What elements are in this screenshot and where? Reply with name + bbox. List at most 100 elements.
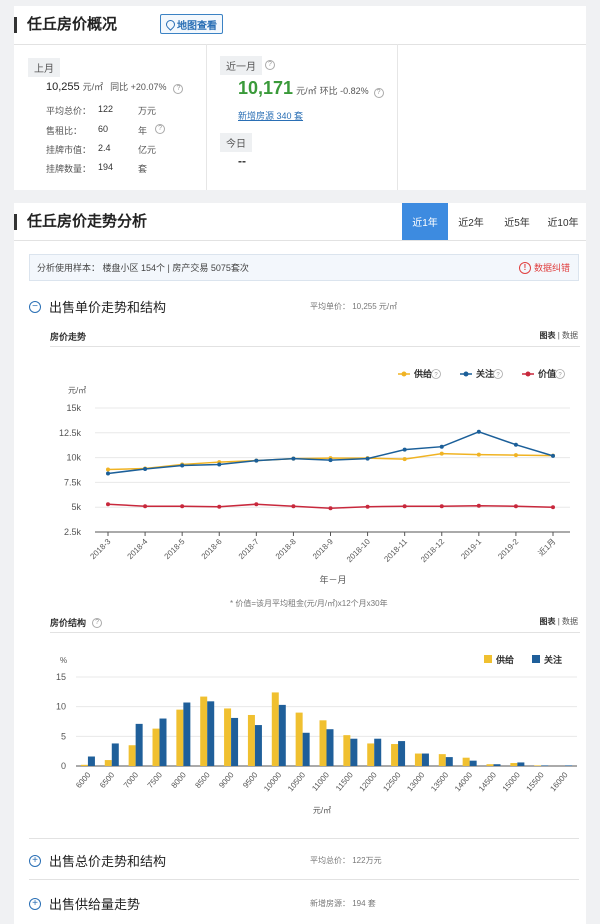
- x-tick-label: 15500: [525, 770, 547, 793]
- help-icon[interactable]: ?: [155, 124, 166, 134]
- subheader-divider: [50, 632, 580, 633]
- map-view-button[interactable]: 地图查看: [160, 14, 223, 34]
- data-point: [143, 467, 148, 472]
- chart-view-link[interactable]: 图表: [539, 617, 555, 626]
- x-tick-label: 近1月: [536, 536, 558, 558]
- bar-关注: [87, 756, 95, 766]
- x-tick-label: 10500: [286, 770, 308, 793]
- bar-供给: [343, 735, 351, 766]
- legend-label: 供给: [413, 368, 432, 379]
- bar-关注: [541, 765, 549, 766]
- tab-2-years[interactable]: 近2年: [448, 203, 494, 240]
- tab-10-years[interactable]: 近10年: [540, 203, 586, 240]
- recent-month-mom: 环比 -0.82%: [319, 86, 369, 96]
- data-point: [513, 442, 518, 447]
- y-axis-label: %: [60, 656, 67, 665]
- data-view-link[interactable]: 数据: [562, 617, 578, 626]
- supply-heading: 出售供给量走势: [49, 897, 141, 912]
- stat-row: 挂牌数量： 194 套: [46, 162, 148, 174]
- chart-view-link[interactable]: 图表: [539, 331, 555, 340]
- bar-供给: [176, 709, 184, 766]
- data-correction-label: 数据纠错: [533, 263, 570, 273]
- data-point: [513, 504, 518, 509]
- y-tick-label: 12.5k: [59, 428, 82, 438]
- x-tick-label: 2018-12: [419, 537, 447, 565]
- data-point: [551, 505, 555, 510]
- legend-label: 关注: [476, 368, 494, 379]
- x-tick-label: 13000: [405, 770, 427, 793]
- view-toggle: 图表 | 数据: [539, 331, 578, 340]
- tab-1-year[interactable]: 近1年: [402, 203, 448, 240]
- last-month-tag: 上月: [28, 58, 60, 77]
- today-tag: 今日: [220, 133, 252, 152]
- bar-供给: [486, 764, 494, 766]
- y-tick-label: 10: [56, 702, 66, 712]
- expand-icon: +: [29, 897, 41, 910]
- x-tick-label: 11500: [334, 770, 355, 793]
- legend-swatch: [484, 655, 492, 663]
- x-tick-label: 10000: [262, 770, 284, 793]
- data-point: [402, 447, 407, 452]
- x-tick-label: 2019-1: [459, 537, 483, 561]
- bar-供给: [128, 745, 136, 766]
- bar-关注: [135, 723, 143, 766]
- expand-icon: +: [29, 854, 41, 867]
- x-tick-label: 6500: [98, 770, 117, 790]
- data-correction-link[interactable]: ! 数据纠错: [518, 261, 570, 274]
- last-month-price-row: 10,255 元/㎡ 同比 +20.07% ?: [46, 80, 184, 94]
- x-tick-label: 7500: [146, 770, 165, 790]
- column-divider: [206, 44, 207, 190]
- stat-row: 售租比： 60 年 ?: [46, 124, 166, 137]
- supply-section-header[interactable]: + 出售供给量走势: [29, 894, 140, 913]
- bar-供给: [319, 720, 327, 766]
- map-view-label: 地图查看: [177, 20, 217, 32]
- x-tick-label: 2018-4: [126, 537, 150, 561]
- data-point: [106, 471, 110, 476]
- total-price-section-header[interactable]: + 出售总价走势和结构: [29, 851, 166, 870]
- period-tabs: 近1年 近2年 近5年 近10年: [402, 203, 586, 240]
- bar-关注: [326, 729, 334, 766]
- column-divider: [397, 44, 398, 190]
- bar-供给: [200, 696, 208, 766]
- new-listings-link[interactable]: 新增房源 340 套: [238, 109, 303, 122]
- legend-help-glyph: ?: [558, 373, 562, 379]
- bar-供给: [510, 763, 518, 766]
- help-icon[interactable]: ?: [173, 84, 184, 94]
- bar-关注: [159, 718, 167, 766]
- x-tick-label: 14500: [477, 770, 499, 793]
- y-axis-label: 元/㎡: [68, 386, 86, 395]
- x-tick-label: 16000: [548, 770, 570, 793]
- sample-text: 分析使用样本： 楼盘小区 154个 | 房产交易 5075套次: [37, 263, 249, 273]
- data-point: [180, 463, 185, 468]
- x-tick-label: 2018-8: [274, 537, 298, 561]
- subheader-divider: [50, 346, 580, 347]
- data-point: [291, 504, 296, 509]
- help-icon[interactable]: ?: [265, 60, 275, 70]
- x-tick-label: 2018-3: [88, 537, 112, 561]
- bar-供给: [104, 760, 112, 766]
- bar-关注: [302, 732, 310, 766]
- data-view-link[interactable]: 数据: [562, 331, 578, 340]
- help-icon[interactable]: ?: [373, 88, 384, 98]
- recent-month-unit: 元/㎡: [296, 86, 317, 96]
- legend-label: 关注: [544, 654, 562, 665]
- collapse-icon: −: [29, 300, 41, 313]
- help-icon[interactable]: ?: [92, 617, 103, 628]
- bar-关注: [254, 725, 262, 766]
- trend-title: 任丘房价走势分析: [14, 214, 147, 230]
- bar-供给: [271, 692, 279, 766]
- y-tick-label: 2.5k: [64, 527, 82, 537]
- price-trend-chart: 供给? 关注? 价值 ?元/㎡2.5k5k7.5k10k12.5k15k2018-3 2…: [59, 368, 570, 585]
- bar-关注: [278, 704, 286, 766]
- trend-divider: [14, 240, 586, 241]
- data-point: [439, 444, 444, 449]
- x-axis-label: 年－月: [319, 574, 346, 585]
- data-point: [365, 504, 370, 509]
- bar-供给: [80, 764, 88, 766]
- y-tick-label: 15k: [66, 403, 81, 413]
- unit-price-heading: 出售单价走势和结构: [49, 300, 167, 315]
- bar-关注: [183, 702, 191, 766]
- unit-price-section-header[interactable]: − 出售单价走势和结构: [29, 297, 166, 316]
- tab-5-years[interactable]: 近5年: [494, 203, 540, 240]
- data-point: [328, 506, 333, 511]
